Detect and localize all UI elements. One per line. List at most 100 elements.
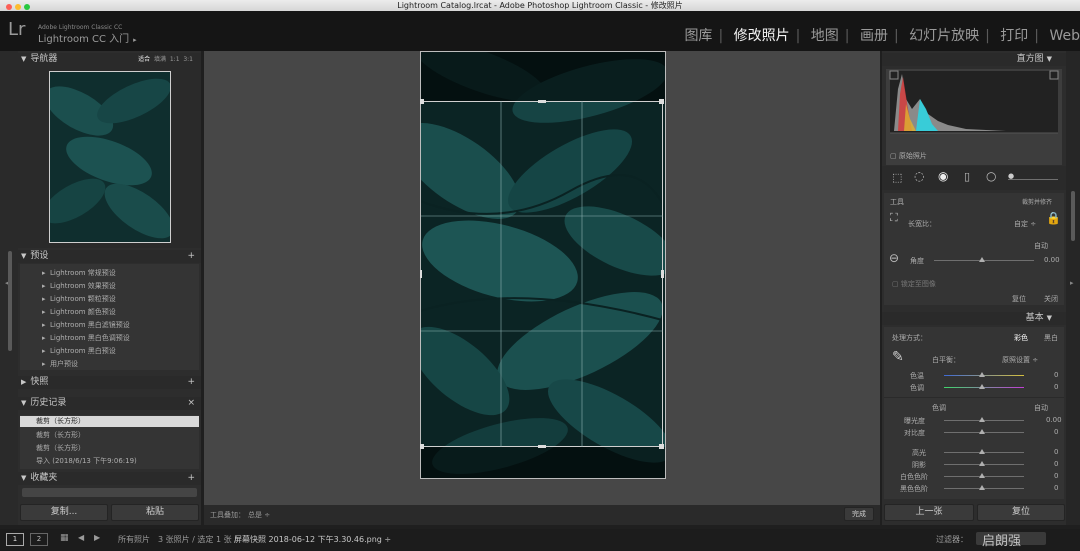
crop-overlay-icon[interactable]: ⬚ bbox=[892, 171, 902, 184]
highlights-value[interactable]: 0 bbox=[1054, 448, 1058, 456]
left-scrollbar[interactable] bbox=[8, 251, 12, 351]
crop-reset-button[interactable]: 复位 bbox=[1012, 294, 1026, 304]
identity-title[interactable]: Lightroom CC 入门 ▸ bbox=[38, 30, 137, 45]
tint-value[interactable]: 0 bbox=[1054, 383, 1058, 391]
navigator-header[interactable]: ▼ 导航器 适合 填满 1:1 3:1 bbox=[18, 53, 201, 66]
straighten-tool-icon[interactable]: ⊖ bbox=[889, 251, 899, 265]
screen-2-button[interactable]: 2 bbox=[30, 533, 48, 546]
contrast-slider-knob[interactable] bbox=[979, 429, 985, 434]
shadows-slider-knob[interactable] bbox=[979, 461, 985, 466]
module-develop[interactable]: 修改照片 bbox=[734, 28, 790, 44]
preset-folder[interactable]: ▸ Lightroom 黑白预设 bbox=[42, 346, 116, 356]
preset-folder[interactable]: ▸ Lightroom 黑白滤镜预设 bbox=[42, 320, 130, 330]
collection-filter-input[interactable] bbox=[22, 488, 197, 497]
red-eye-icon[interactable]: ◉ bbox=[938, 169, 948, 183]
screen-1-button[interactable]: 1 bbox=[6, 533, 24, 546]
collapse-arrow-icon: ▼ bbox=[21, 252, 27, 260]
wb-select[interactable]: 原照设置 ÷ bbox=[1002, 355, 1038, 365]
blacks-label: 黑色色阶 bbox=[900, 485, 928, 493]
preset-folder[interactable]: ▸ Lightroom 颗粒预设 bbox=[42, 294, 116, 304]
add-preset-icon[interactable]: + bbox=[187, 250, 195, 263]
snapshots-header[interactable]: ▶ 快照 + bbox=[18, 376, 201, 389]
auto-straighten-button[interactable]: 自动 bbox=[1034, 241, 1048, 251]
presets-header[interactable]: ▼ 预设 + bbox=[18, 250, 201, 263]
graduated-filter-icon[interactable]: ▯ bbox=[964, 170, 970, 183]
contrast-value[interactable]: 0 bbox=[1054, 428, 1058, 436]
history-header[interactable]: ▼ 历史记录 × bbox=[18, 397, 201, 410]
constrain-checkbox[interactable]: ▢ 锁定至图像 bbox=[892, 279, 936, 289]
shadows-value[interactable]: 0 bbox=[1054, 460, 1058, 468]
contrast-label: 对比度 bbox=[904, 429, 925, 437]
left-panel-edge[interactable]: ◂ bbox=[0, 51, 18, 525]
module-slideshow[interactable]: 幻灯片放映 bbox=[909, 28, 979, 44]
histogram-header[interactable]: 直方图 ▼ bbox=[882, 53, 1066, 66]
zoom-fill[interactable]: 填满 bbox=[154, 56, 166, 63]
forward-arrow-icon[interactable]: ▶ bbox=[94, 533, 100, 542]
lock-icon[interactable]: 🔒 bbox=[1046, 211, 1061, 225]
module-web[interactable]: Web bbox=[1049, 28, 1080, 44]
previous-button[interactable]: 上一张 bbox=[884, 504, 974, 521]
preset-folder[interactable]: ▸ Lightroom 常规预设 bbox=[42, 268, 116, 278]
blacks-slider-knob[interactable] bbox=[979, 485, 985, 490]
source-label[interactable]: 所有照片 bbox=[118, 534, 150, 545]
treatment-color[interactable]: 彩色 bbox=[1014, 333, 1028, 343]
angle-value[interactable]: 0.00 bbox=[1044, 256, 1060, 264]
clear-history-icon[interactable]: × bbox=[187, 397, 195, 410]
aspect-select[interactable]: 自定 ÷ bbox=[1014, 219, 1036, 229]
paste-settings-button[interactable]: 粘贴 bbox=[111, 504, 199, 521]
right-scrollbar[interactable] bbox=[1071, 191, 1075, 241]
history-item[interactable]: 裁剪（长方形） bbox=[36, 443, 85, 453]
module-book[interactable]: 画册 bbox=[860, 28, 888, 44]
tint-slider-knob[interactable] bbox=[979, 384, 985, 389]
zoom-1-1[interactable]: 1:1 bbox=[170, 56, 180, 63]
temp-value[interactable]: 0 bbox=[1054, 371, 1058, 379]
preset-folder[interactable]: ▸ 用户预设 bbox=[42, 359, 78, 369]
collapse-right-icon[interactable]: ▸ bbox=[1070, 279, 1074, 287]
angle-slider-knob[interactable] bbox=[979, 257, 985, 262]
spot-removal-icon[interactable]: ◌ bbox=[914, 169, 924, 183]
preset-folder[interactable]: ▸ Lightroom 效果预设 bbox=[42, 281, 116, 291]
crop-close-button[interactable]: 关闭 bbox=[1044, 294, 1058, 304]
whites-slider-knob[interactable] bbox=[979, 473, 985, 478]
highlights-slider-knob[interactable] bbox=[979, 449, 985, 454]
navigator-title: 导航器 bbox=[30, 54, 58, 64]
tone-auto-button[interactable]: 自动 bbox=[1034, 403, 1048, 413]
add-collection-icon[interactable]: + bbox=[187, 472, 195, 485]
exposure-slider-knob[interactable] bbox=[979, 417, 985, 422]
eyedropper-icon[interactable]: ✎ bbox=[892, 349, 904, 365]
crop-frame-icon[interactable]: ⛶ bbox=[890, 211, 898, 225]
exposure-value[interactable]: 0.00 bbox=[1046, 416, 1062, 424]
show-original-checkbox[interactable]: ▢ 原始照片 bbox=[890, 151, 927, 161]
add-snapshot-icon[interactable]: + bbox=[187, 376, 195, 389]
collections-header[interactable]: ▼ 收藏夹 + bbox=[18, 472, 201, 485]
module-map[interactable]: 地图 bbox=[811, 28, 839, 44]
tool-overlay-select[interactable]: 总是 ÷ bbox=[248, 510, 270, 520]
treatment-bw[interactable]: 黑白 bbox=[1044, 333, 1058, 343]
radial-filter-icon[interactable]: ○ bbox=[986, 169, 996, 183]
grid-view-icon[interactable]: ▦ bbox=[60, 533, 69, 543]
done-button[interactable]: 完成 bbox=[844, 507, 874, 521]
back-arrow-icon[interactable]: ◀ bbox=[78, 533, 84, 542]
copy-settings-button[interactable]: 复制... bbox=[20, 504, 108, 521]
module-print[interactable]: 打印 bbox=[1000, 28, 1028, 44]
whites-value[interactable]: 0 bbox=[1054, 472, 1058, 480]
module-library[interactable]: 图库 bbox=[684, 28, 712, 44]
collapse-arrow-icon: ▼ bbox=[21, 474, 27, 482]
brush-slider[interactable] bbox=[1008, 179, 1058, 180]
navigator-thumbnail[interactable] bbox=[49, 71, 171, 243]
filename-label[interactable]: 屏幕快照 2018-06-12 下午3.30.46.png ÷ bbox=[234, 534, 391, 545]
temp-slider-knob[interactable] bbox=[979, 372, 985, 377]
history-item[interactable]: 导入 (2018/6/13 下午9:06:19) bbox=[36, 456, 137, 466]
history-item-selected[interactable]: 裁剪（长方形） bbox=[20, 416, 199, 427]
brush-slider-knob[interactable]: ● bbox=[1008, 172, 1014, 180]
basic-header[interactable]: 基本 ▼ bbox=[882, 312, 1066, 325]
zoom-fit[interactable]: 适合 bbox=[138, 56, 150, 63]
preset-folder[interactable]: ▸ Lightroom 颜色预设 bbox=[42, 307, 116, 317]
zoom-3-1[interactable]: 3:1 bbox=[183, 56, 193, 63]
reset-button[interactable]: 复位 bbox=[977, 504, 1065, 521]
preset-folder[interactable]: ▸ Lightroom 黑白色调预设 bbox=[42, 333, 130, 343]
photo-preview[interactable] bbox=[420, 51, 666, 479]
right-panel-edge[interactable]: ▸ bbox=[1066, 51, 1080, 525]
blacks-value[interactable]: 0 bbox=[1054, 484, 1058, 492]
history-item[interactable]: 裁剪（长方形） bbox=[36, 430, 85, 440]
